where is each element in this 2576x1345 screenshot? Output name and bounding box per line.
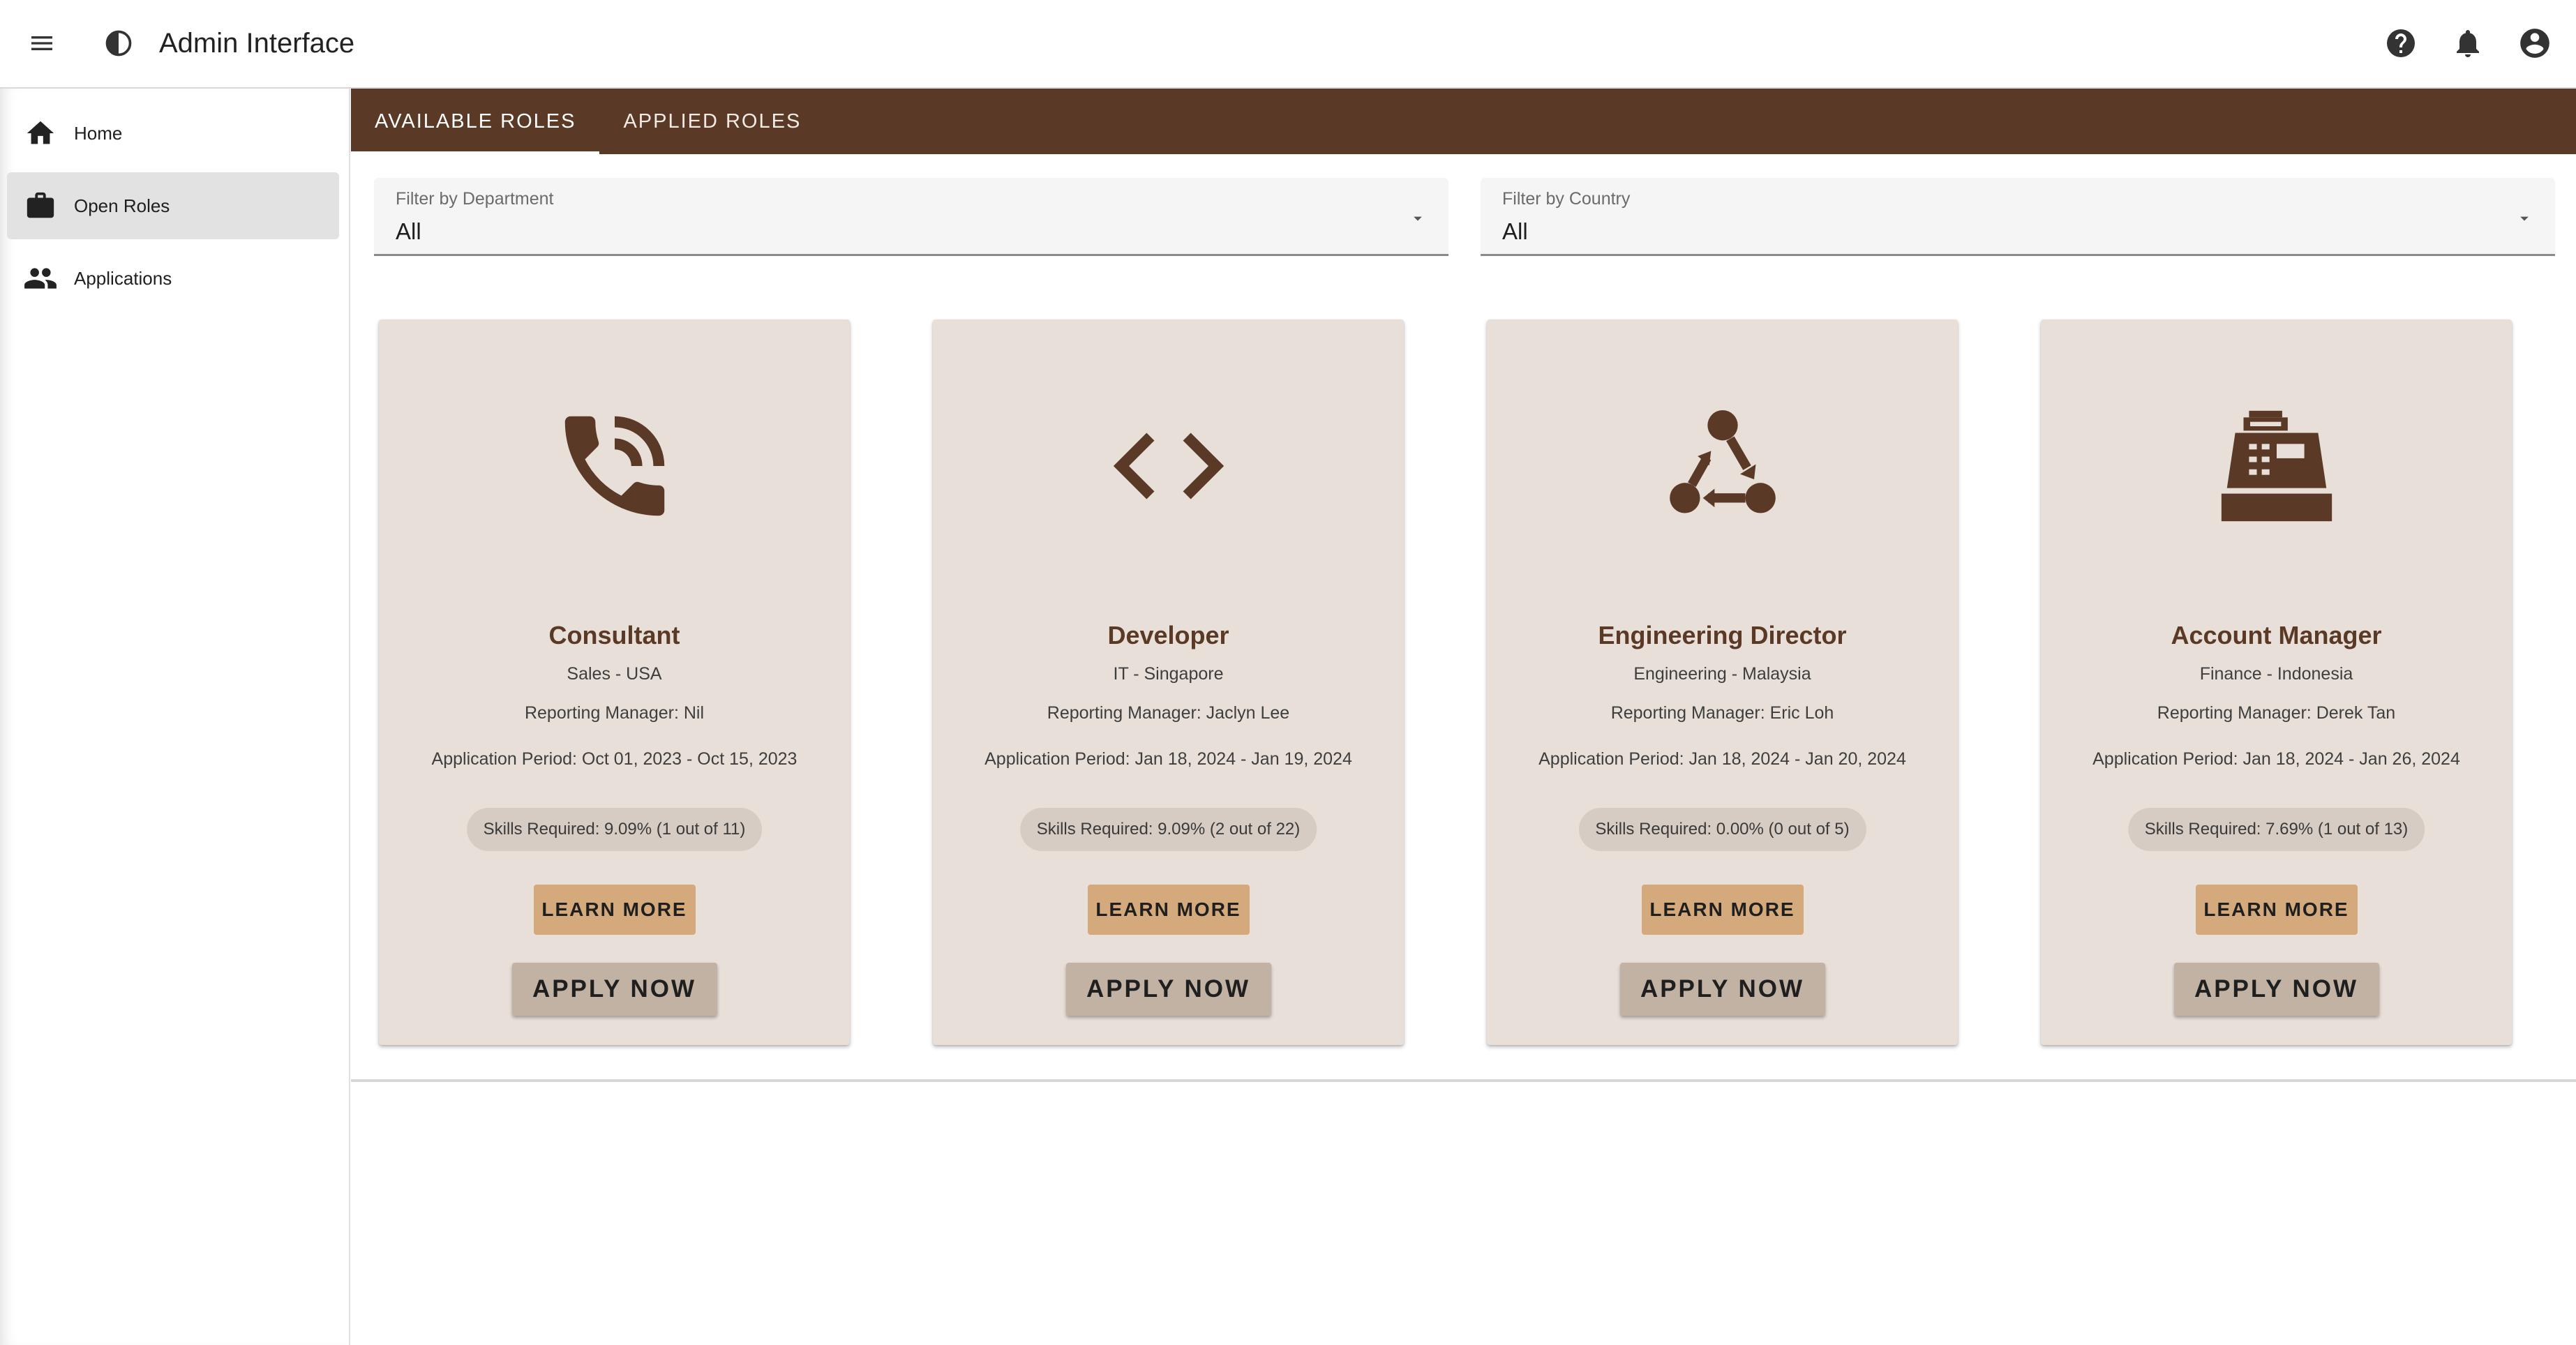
- account-circle-icon[interactable]: [2515, 21, 2555, 66]
- role-application-period: Application Period: Oct 01, 2023 - Oct 1…: [431, 749, 797, 769]
- dropdown-arrow-icon: [2520, 216, 2529, 221]
- role-department-country: IT - Singapore: [1113, 664, 1224, 684]
- role-card-account-manager: Account Manager Finance - Indonesia Repo…: [2041, 320, 2512, 1045]
- role-department-country: Engineering - Malaysia: [1633, 664, 1811, 684]
- apply-now-button[interactable]: APPLY NOW: [511, 963, 717, 1016]
- role-title: Account Manager: [2171, 621, 2382, 649]
- role-reporting-manager: Reporting Manager: Nil: [524, 703, 705, 723]
- sidebar-item-label: Applications: [74, 267, 172, 289]
- phone-in-talk-icon: [379, 396, 850, 536]
- role-card-consultant: Consultant Sales - USA Reporting Manager…: [379, 320, 850, 1045]
- tab-applied-roles[interactable]: APPLIED ROLES: [599, 89, 825, 154]
- apply-now-button[interactable]: APPLY NOW: [2173, 963, 2379, 1016]
- department-filter-select[interactable]: Filter by Department All: [374, 178, 1448, 256]
- department-filter-label: Filter by Department: [396, 189, 554, 209]
- role-card-engineering-director: Engineering Director Engineering - Malay…: [1487, 320, 1958, 1045]
- role-reporting-manager: Reporting Manager: Jaclyn Lee: [1047, 703, 1290, 723]
- role-application-period: Application Period: Jan 18, 2024 - Jan 2…: [2092, 749, 2460, 769]
- learn-more-button[interactable]: LEARN MORE: [1087, 885, 1250, 935]
- sidebar-item-open-roles[interactable]: Open Roles: [7, 172, 339, 239]
- sidebar-item-applications[interactable]: Applications: [7, 245, 339, 312]
- role-department-country: Sales - USA: [567, 664, 662, 684]
- menu-icon[interactable]: [22, 24, 61, 63]
- skills-required-chip: Skills Required: 0.00% (0 out of 5): [1578, 808, 1866, 851]
- notifications-icon[interactable]: [2448, 21, 2488, 66]
- role-title: Consultant: [548, 621, 680, 649]
- skills-required-chip: Skills Required: 9.09% (1 out of 11): [466, 808, 763, 851]
- sidebar-item-home[interactable]: Home: [7, 100, 339, 167]
- role-title: Developer: [1107, 621, 1229, 649]
- home-icon: [21, 114, 60, 153]
- people-icon: [21, 259, 60, 298]
- app-bar: Admin Interface: [0, 0, 2576, 89]
- tab-available-roles[interactable]: AVAILABLE ROLES: [351, 89, 600, 154]
- role-application-period: Application Period: Jan 18, 2024 - Jan 2…: [1538, 749, 1906, 769]
- help-icon[interactable]: [2381, 21, 2421, 66]
- briefcase-icon: [21, 186, 60, 225]
- app-title: Admin Interface: [159, 28, 355, 59]
- sidebar-item-label: Open Roles: [74, 195, 170, 216]
- sidebar-item-label: Home: [74, 122, 123, 144]
- role-reporting-manager: Reporting Manager: Eric Loh: [1610, 703, 1834, 723]
- role-department-country: Finance - Indonesia: [2199, 664, 2353, 684]
- country-filter-value: All: [1502, 218, 1528, 244]
- apply-now-button[interactable]: APPLY NOW: [1619, 963, 1825, 1016]
- role-title: Engineering Director: [1598, 621, 1847, 649]
- department-filter-value: All: [396, 218, 421, 244]
- country-filter-select[interactable]: Filter by Country All: [1481, 178, 2555, 256]
- learn-more-button[interactable]: LEARN MORE: [1641, 885, 1804, 935]
- learn-more-button[interactable]: LEARN MORE: [533, 885, 696, 935]
- cash-register-icon: [2041, 396, 2512, 536]
- learn-more-button[interactable]: LEARN MORE: [2195, 885, 2358, 935]
- apply-now-button[interactable]: APPLY NOW: [1065, 963, 1271, 1016]
- dropdown-arrow-icon: [1414, 216, 1422, 221]
- role-card-developer: Developer IT - Singapore Reporting Manag…: [933, 320, 1404, 1045]
- code-icon: [933, 396, 1404, 536]
- country-filter-label: Filter by Country: [1502, 189, 1631, 209]
- roles-panel: Filter by Department All Filter by Count…: [351, 154, 2576, 1082]
- sidebar: Home Open Roles Applications: [0, 89, 350, 1345]
- workflow-icon: [1487, 396, 1958, 536]
- role-application-period: Application Period: Jan 18, 2024 - Jan 1…: [984, 749, 1352, 769]
- contrast-icon[interactable]: [99, 24, 138, 63]
- app-bar-actions: [2381, 21, 2555, 66]
- skills-required-chip: Skills Required: 9.09% (2 out of 22): [1019, 808, 1317, 851]
- skills-required-chip: Skills Required: 7.69% (1 out of 13): [2127, 808, 2425, 851]
- role-reporting-manager: Reporting Manager: Derek Tan: [2157, 703, 2396, 723]
- role-tabs: AVAILABLE ROLES APPLIED ROLES: [351, 89, 2576, 154]
